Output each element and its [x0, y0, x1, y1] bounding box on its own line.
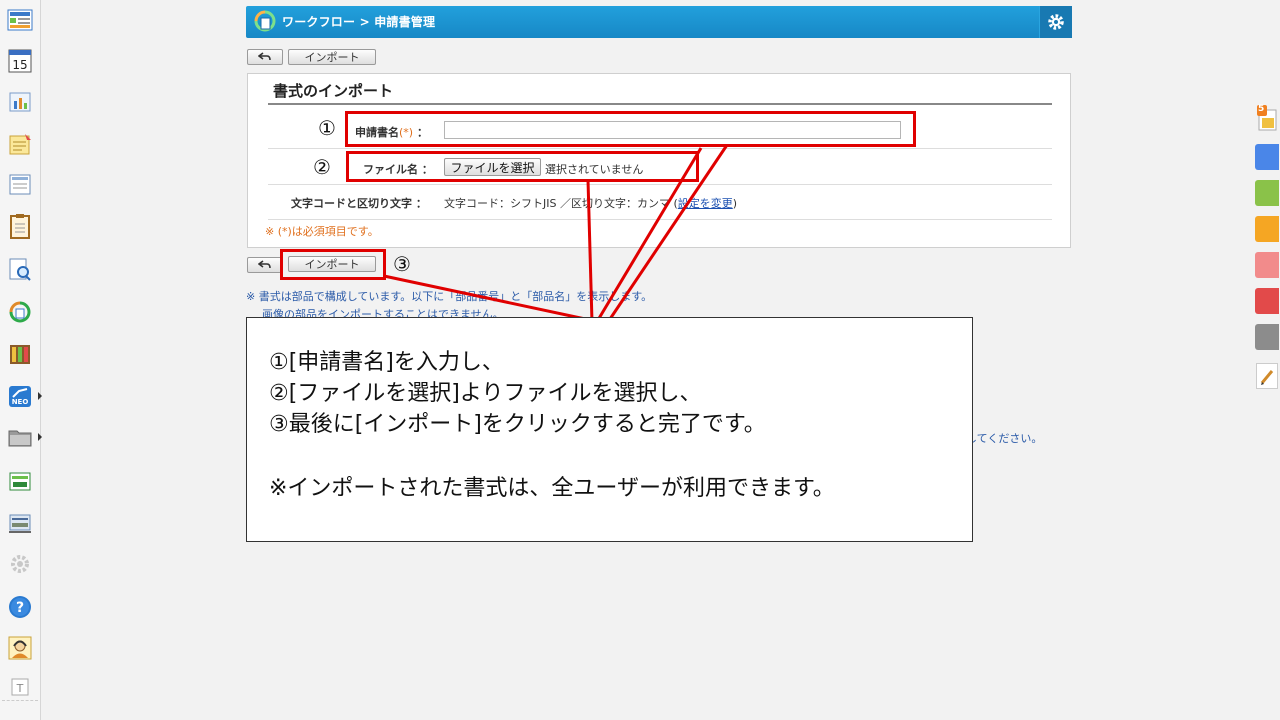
highlight-box-import — [280, 249, 386, 280]
highlight-box-name — [345, 111, 916, 147]
pointer-line-2 — [586, 179, 594, 323]
callout-line-4: ※インポートされた書式は、全ユーザーが利用できます。 — [269, 476, 835, 501]
highlight-box-file — [346, 151, 699, 182]
instruction-callout: ①[申請書名]を入力し、 ②[ファイルを選択]よりファイルを選択し、 ③最後に[… — [246, 317, 973, 542]
pointer-line-3 — [383, 274, 591, 322]
step-marker-3: ③ — [393, 252, 411, 276]
callout-line-2: ②[ファイルを選択]よりファイルを選択し、 — [269, 381, 702, 406]
callout-line-3: ③最後に[インポート]をクリックすると完了です。 — [269, 412, 766, 437]
tab-orange[interactable] — [1255, 216, 1279, 242]
tab-pink[interactable] — [1255, 252, 1279, 278]
callout-line-1: ①[申請書名]を入力し、 — [269, 350, 504, 375]
step-marker-2: ② — [313, 155, 331, 179]
tab-green[interactable] — [1255, 180, 1279, 206]
tab-red[interactable] — [1255, 288, 1279, 314]
step-marker-1: ① — [318, 116, 336, 140]
pencil-icon[interactable] — [1256, 363, 1278, 389]
notification-icon[interactable]: 5 — [1256, 104, 1278, 132]
tab-gray[interactable] — [1255, 324, 1279, 350]
tab-blue[interactable] — [1255, 144, 1279, 170]
notification-badge: 5 — [1258, 104, 1265, 114]
